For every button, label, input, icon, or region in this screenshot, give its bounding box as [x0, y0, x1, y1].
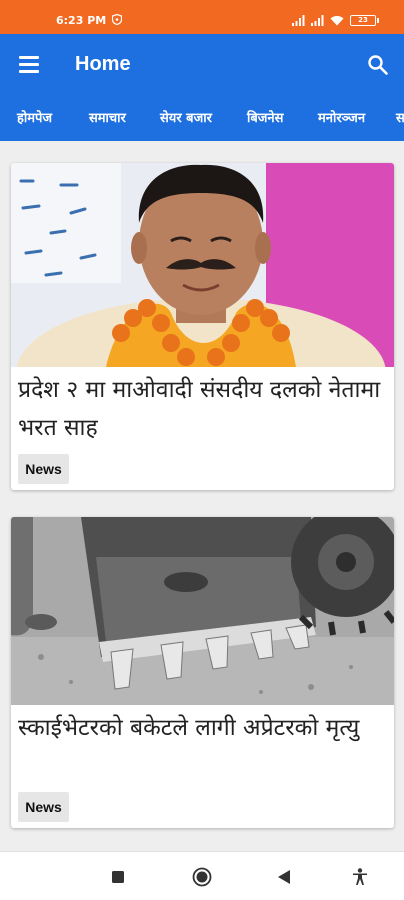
app-bar: Home होमपेज समाचार सेयर बजार बिजनेस मनोर…	[0, 34, 404, 141]
signal-icon	[311, 14, 324, 26]
category-badge: News	[18, 792, 69, 822]
status-bar: 6:23 PM 23	[0, 0, 404, 34]
category-tabs: होमपेज समाचार सेयर बजार बिजनेस मनोरञ्जन …	[0, 102, 404, 132]
home-icon[interactable]	[192, 867, 212, 887]
menu-icon[interactable]	[19, 56, 39, 73]
shield-icon	[112, 14, 122, 25]
article-title[interactable]: प्रदेश २ मा माओवादी संसदीय दलको नेतामा भ…	[18, 371, 388, 447]
news-card[interactable]: प्रदेश २ मा माओवादी संसदीय दलको नेतामा भ…	[11, 163, 394, 490]
back-icon[interactable]	[278, 870, 290, 884]
system-nav-bar	[0, 851, 404, 900]
tab-share-market[interactable]: सेयर बजार	[160, 108, 212, 126]
wifi-icon	[330, 15, 344, 25]
signal-icon	[292, 14, 305, 26]
status-time: 6:23 PM	[56, 14, 107, 27]
tab-news[interactable]: समाचार	[89, 108, 126, 126]
news-feed: प्रदेश २ मा माओवादी संसदीय दलको नेतामा भ…	[0, 141, 404, 851]
status-icons: 23	[292, 14, 379, 26]
page-title: Home	[75, 53, 131, 75]
recent-apps-icon[interactable]	[112, 871, 124, 883]
article-image	[11, 517, 394, 705]
search-icon[interactable]	[367, 54, 389, 76]
category-badge: News	[18, 454, 69, 484]
tab-next[interactable]: स	[396, 108, 404, 126]
excavator-photo	[11, 517, 394, 705]
portrait-photo	[11, 163, 394, 367]
article-image	[11, 163, 394, 367]
article-title[interactable]: स्काईभेटरको बकेटले लागी अप्रेटरको मृत्यु	[18, 709, 388, 747]
battery-icon: 23	[350, 14, 379, 26]
tab-business[interactable]: बिजनेस	[247, 108, 283, 126]
news-card[interactable]: स्काईभेटरको बकेटले लागी अप्रेटरको मृत्यु…	[11, 517, 394, 828]
tab-entertainment[interactable]: मनोरञ्जन	[318, 108, 365, 126]
tab-homepage[interactable]: होमपेज	[17, 108, 52, 126]
accessibility-icon[interactable]	[352, 868, 368, 886]
battery-level: 23	[358, 16, 368, 24]
